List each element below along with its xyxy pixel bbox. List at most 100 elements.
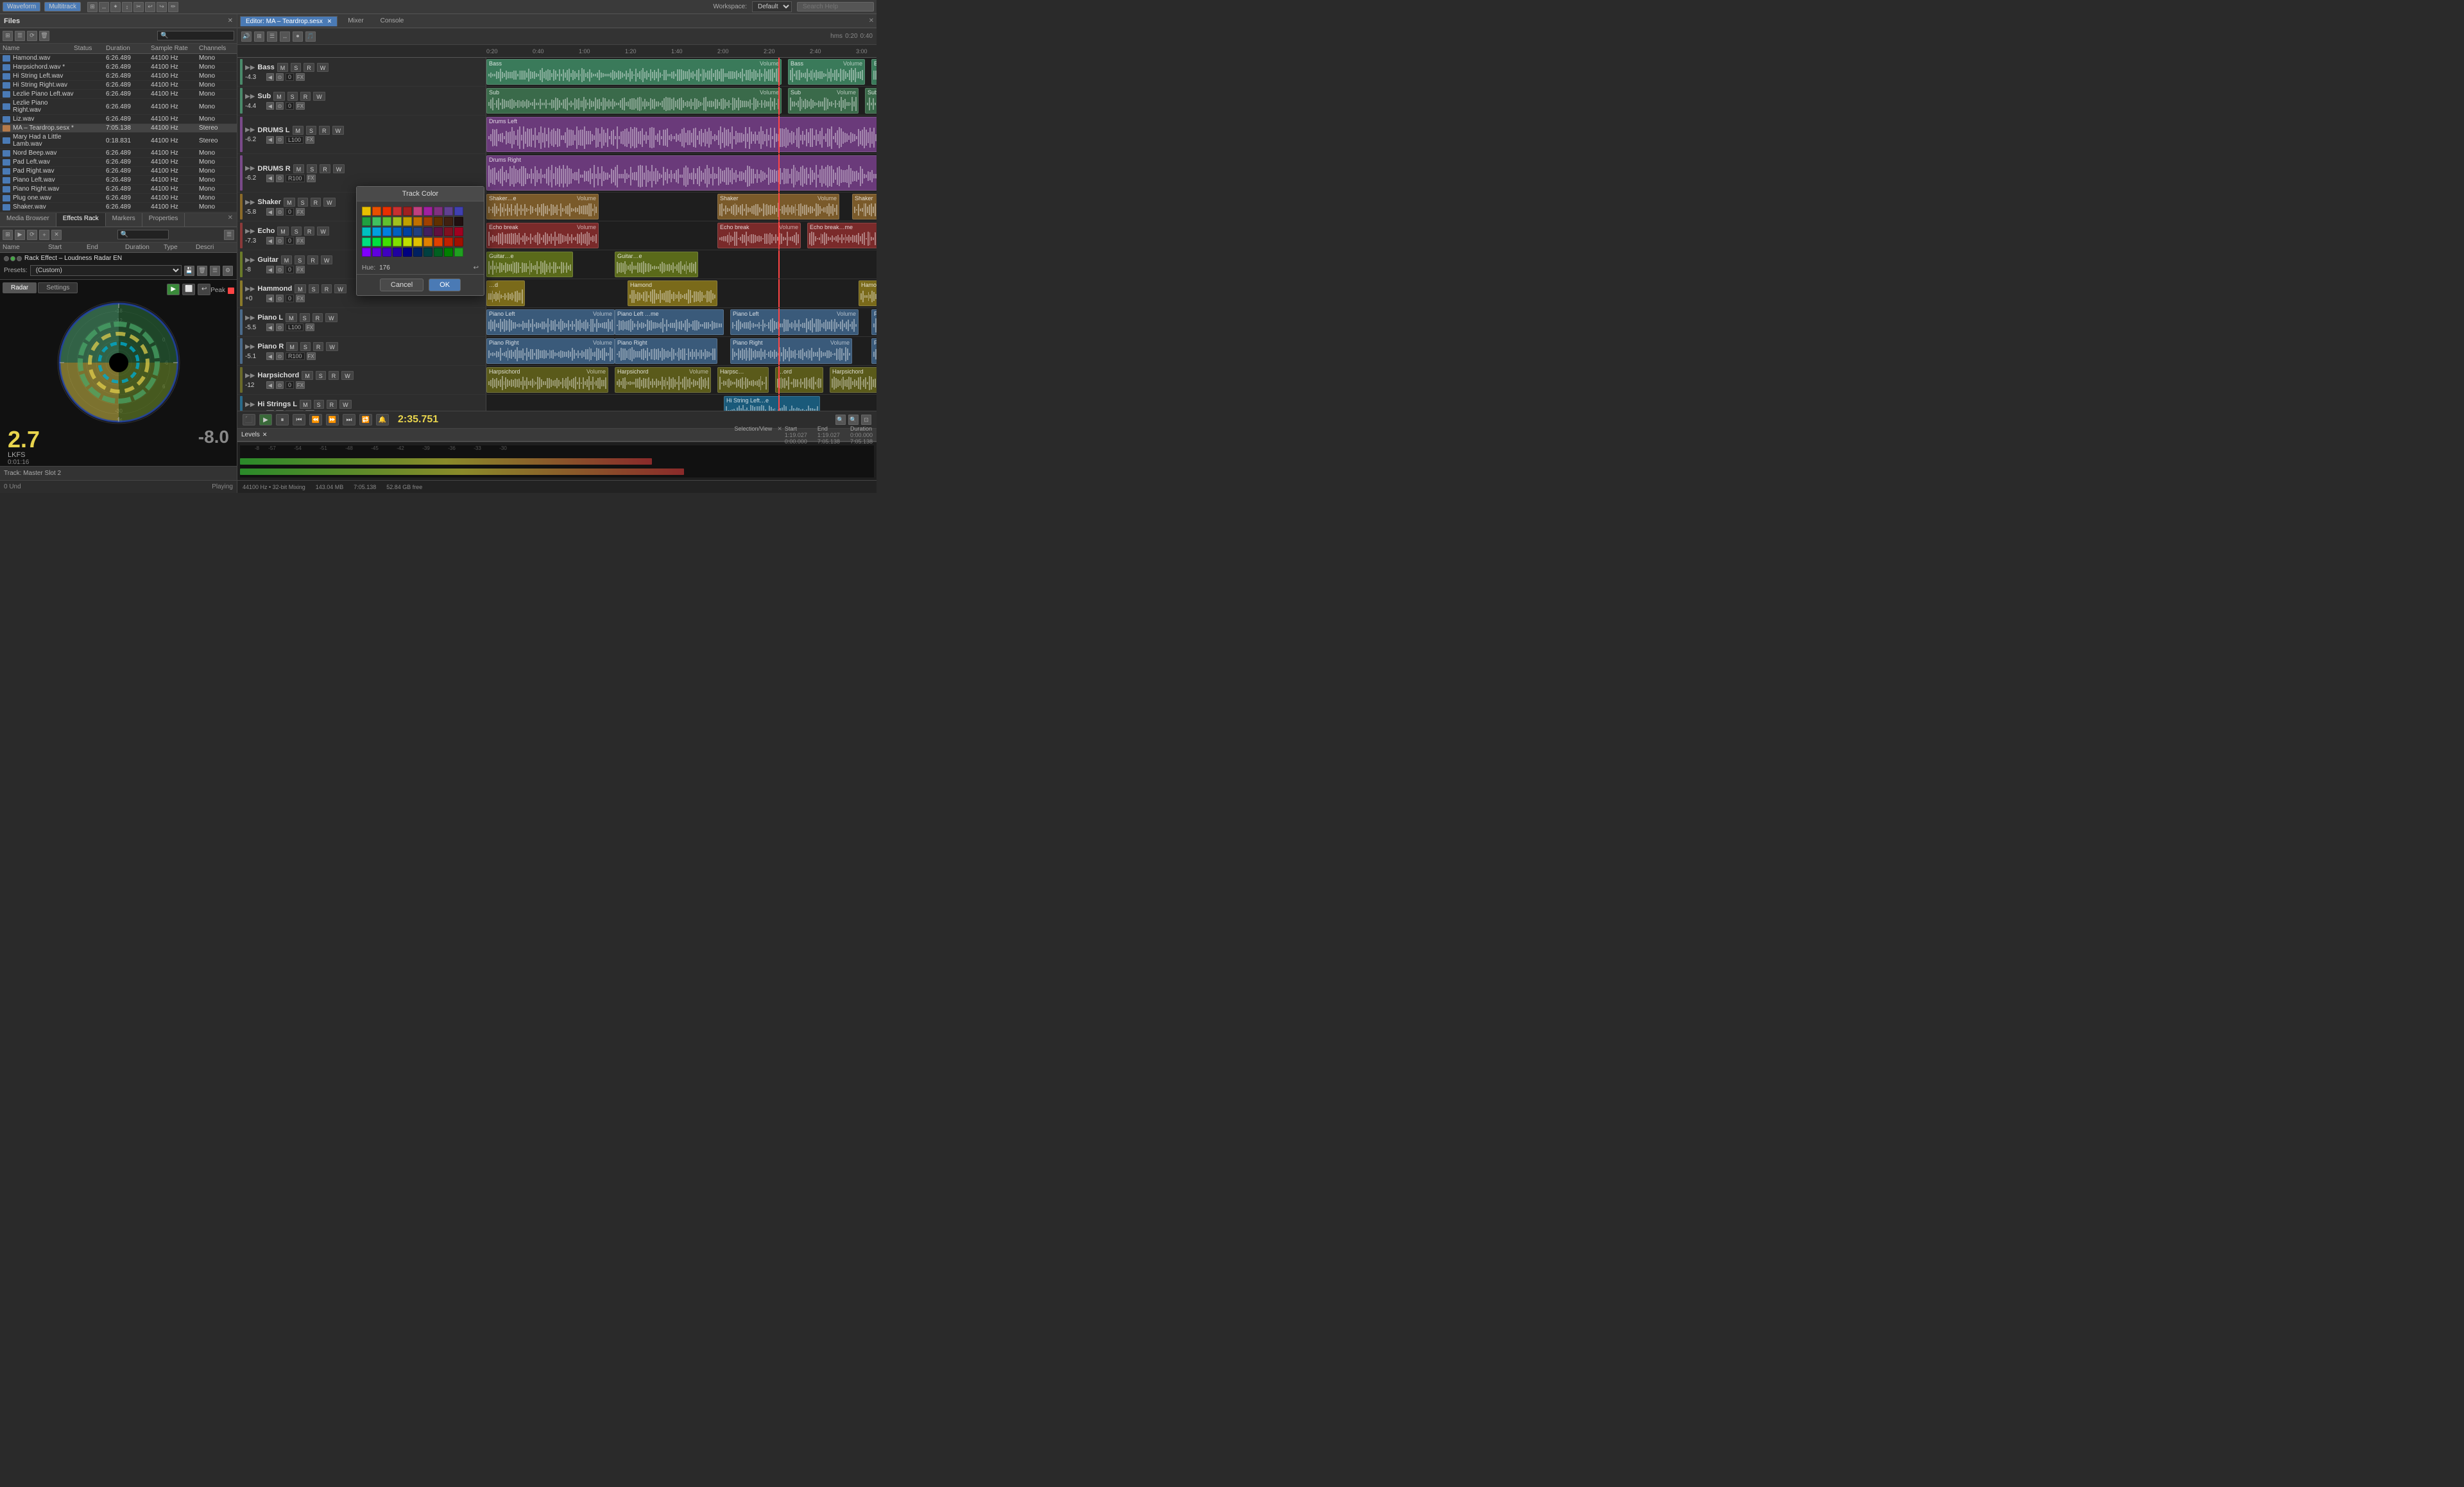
track-write-btn[interactable]: W: [334, 284, 346, 293]
color-swatch[interactable]: [372, 227, 381, 236]
clip[interactable]: Harpsichord Volume: [830, 367, 877, 393]
track-expand-arrow[interactable]: ▶▶: [245, 286, 255, 293]
clip[interactable]: Bass Volume: [486, 59, 782, 85]
file-row[interactable]: Lezlie Piano Right.wav 6:26.489 44100 Hz…: [0, 99, 237, 115]
track-read-btn[interactable]: R: [319, 126, 330, 135]
radar-play-btn[interactable]: ▶: [167, 284, 180, 295]
clip[interactable]: …ord: [775, 367, 823, 393]
track-content-DRUMS R[interactable]: Drums Right Volume: [486, 154, 877, 192]
color-swatch[interactable]: [454, 227, 463, 236]
color-swatch[interactable]: [434, 207, 443, 216]
track-solo-btn[interactable]: S: [309, 284, 319, 293]
clip[interactable]: Drums Right Volume: [486, 155, 877, 191]
track-pan-icon[interactable]: ⊙: [276, 175, 284, 182]
track-mute-btn[interactable]: M: [277, 227, 289, 236]
color-swatch[interactable]: [424, 248, 432, 257]
transport-play-btn[interactable]: ▶: [259, 414, 272, 425]
et-icon-3[interactable]: ☰: [267, 31, 277, 42]
color-swatch[interactable]: [403, 217, 412, 226]
tab-markers[interactable]: Markers: [106, 213, 142, 227]
track-mute-btn[interactable]: M: [300, 400, 311, 409]
file-row[interactable]: Shaker.wav 6:26.489 44100 Hz Mono: [0, 203, 237, 212]
files-search-input[interactable]: [157, 31, 234, 40]
track-expand-arrow[interactable]: ▶▶: [245, 64, 255, 71]
track-fx-icon[interactable]: FX: [305, 323, 314, 331]
track-fader-icon[interactable]: ◀: [266, 175, 274, 182]
clip[interactable]: Guitar…e: [615, 252, 698, 277]
clip[interactable]: Bass Volume: [788, 59, 865, 85]
tab-properties[interactable]: Properties: [142, 213, 185, 227]
color-swatch[interactable]: [444, 207, 453, 216]
color-swatch[interactable]: [454, 237, 463, 246]
color-swatch[interactable]: [372, 207, 381, 216]
clip[interactable]: Piano Left Volume: [871, 309, 877, 335]
track-fader-icon[interactable]: ◀: [266, 381, 274, 389]
track-read-btn[interactable]: R: [304, 227, 315, 236]
et-icon-5[interactable]: ⏺: [293, 31, 303, 42]
files-icon-2[interactable]: ☰: [15, 31, 25, 41]
hue-reset-btn[interactable]: ↩: [474, 264, 479, 271]
multitrack-tab-btn[interactable]: Multitrack: [44, 2, 81, 12]
track-read-btn[interactable]: R: [304, 63, 314, 72]
color-swatch[interactable]: [393, 237, 402, 246]
track-write-btn[interactable]: W: [341, 371, 354, 380]
track-fader-icon[interactable]: ◀: [266, 73, 274, 81]
track-content-Piano L[interactable]: Piano Left Volume Piano Left …me Piano L…: [486, 308, 877, 336]
track-fx-icon[interactable]: FX: [307, 175, 316, 182]
track-mute-btn[interactable]: M: [293, 126, 304, 135]
toolbar-icon-7[interactable]: ↪: [157, 2, 167, 12]
toolbar-icon-1[interactable]: ⊞: [87, 2, 98, 12]
color-swatch[interactable]: [454, 207, 463, 216]
track-content-Bass[interactable]: Bass Volume Bass Volume Bass Volume Bass…: [486, 58, 877, 86]
effects-panel-close[interactable]: ✕: [224, 213, 237, 227]
track-pan-icon[interactable]: ⊙: [276, 73, 284, 81]
color-swatch[interactable]: [434, 217, 443, 226]
transport-end-btn[interactable]: ⏭: [343, 414, 355, 425]
effects-icon-6[interactable]: ☰: [224, 230, 234, 240]
track-content-Harpsichord[interactable]: Harpsichord Volume Harpsichord Volume Ha…: [486, 366, 877, 394]
color-swatch[interactable]: [372, 248, 381, 257]
tab-media-browser[interactable]: Media Browser: [0, 213, 56, 227]
color-swatch[interactable]: [362, 237, 371, 246]
color-swatch[interactable]: [403, 207, 412, 216]
file-row[interactable]: Mary Had a Little Lamb.wav 0:18.831 4410…: [0, 133, 237, 149]
clip[interactable]: Hi String Left…e: [724, 396, 820, 411]
track-mute-btn[interactable]: M: [281, 255, 293, 264]
ok-button[interactable]: OK: [429, 279, 461, 291]
file-row[interactable]: Piano Right.wav 6:26.489 44100 Hz Mono: [0, 185, 237, 194]
track-solo-btn[interactable]: S: [306, 126, 316, 135]
track-pan-icon[interactable]: ⊙: [276, 323, 284, 331]
track-content-Shaker[interactable]: Shaker…e Volume Shaker Volume Shaker Vol…: [486, 193, 877, 221]
preset-menu-icon[interactable]: ☰: [210, 266, 220, 276]
track-read-btn[interactable]: R: [313, 342, 324, 351]
track-read-btn[interactable]: R: [321, 284, 332, 293]
waveform-tab-btn[interactable]: Waveform: [3, 2, 40, 12]
color-swatch[interactable]: [424, 227, 432, 236]
color-swatch[interactable]: [393, 248, 402, 257]
track-fx-icon[interactable]: FX: [296, 73, 305, 81]
clip[interactable]: Sub Volume: [486, 88, 782, 114]
zoom-in-icon[interactable]: 🔍: [848, 415, 859, 425]
editor-close-btn[interactable]: ✕: [869, 17, 874, 24]
track-write-btn[interactable]: W: [323, 198, 336, 207]
cancel-button[interactable]: Cancel: [380, 279, 424, 291]
file-row[interactable]: Hamond.wav 6:26.489 44100 Hz Mono: [0, 54, 237, 63]
track-fx-icon[interactable]: FX: [296, 266, 305, 273]
track-fx-icon[interactable]: FX: [305, 136, 314, 144]
files-icon-3[interactable]: ⟳: [27, 31, 37, 41]
track-mute-btn[interactable]: M: [295, 284, 306, 293]
preset-settings-icon[interactable]: ⚙: [223, 266, 233, 276]
transport-click-btn[interactable]: 🔔: [376, 414, 389, 425]
track-solo-btn[interactable]: S: [300, 313, 310, 322]
color-swatch[interactable]: [382, 237, 391, 246]
clip[interactable]: Piano Right Volume: [486, 338, 615, 364]
effects-icon-5[interactable]: ✕: [51, 230, 62, 240]
sel-view-close[interactable]: ✕: [777, 425, 782, 445]
color-swatch[interactable]: [382, 207, 391, 216]
color-swatch[interactable]: [413, 217, 422, 226]
track-pan-icon[interactable]: ⊙: [276, 208, 284, 216]
track-expand-arrow[interactable]: ▶▶: [245, 401, 255, 408]
tab-effects-rack[interactable]: Effects Rack: [56, 213, 106, 227]
color-swatch[interactable]: [424, 237, 432, 246]
track-fx-icon[interactable]: FX: [296, 381, 305, 389]
